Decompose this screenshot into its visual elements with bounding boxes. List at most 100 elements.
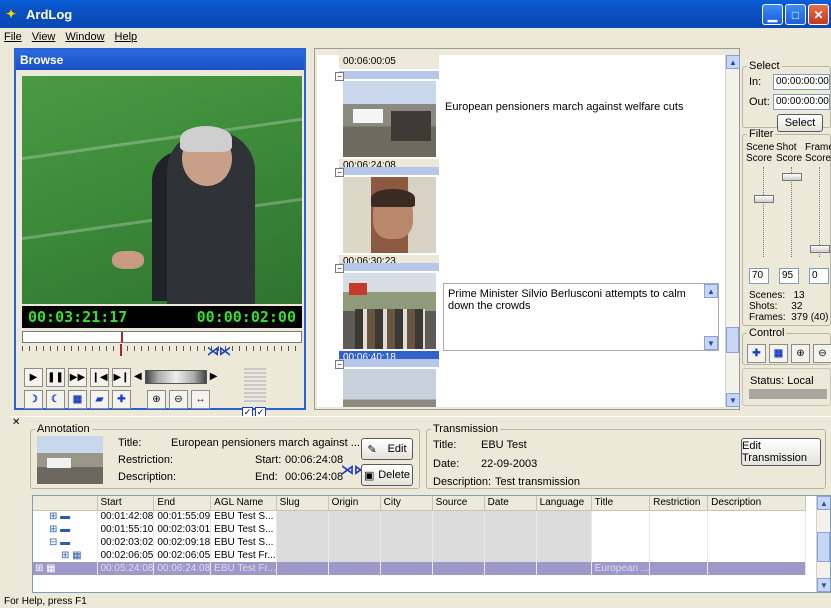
scroll-down-icon[interactable]: ▼: [817, 578, 830, 592]
shot-score-slider[interactable]: [782, 167, 802, 257]
column-header[interactable]: Source: [432, 496, 485, 511]
jog-right-icon[interactable]: ▶: [210, 371, 218, 387]
clip-icon[interactable]: ▦: [68, 390, 87, 409]
add-icon[interactable]: ✚: [747, 344, 766, 363]
transmission-description-value: Test transmission: [495, 476, 580, 488]
scene-score-label: Scene Score: [746, 142, 775, 164]
collapse-icon[interactable]: −: [335, 360, 344, 369]
column-header[interactable]: City: [380, 496, 433, 511]
scroll-down-icon[interactable]: ▼: [704, 336, 718, 350]
menu-window[interactable]: Window: [65, 31, 104, 43]
collapse-icon[interactable]: −: [335, 168, 344, 177]
select-button[interactable]: Select: [777, 114, 823, 132]
close-pane-icon[interactable]: ✕: [12, 417, 20, 428]
timeline-ruler[interactable]: ⋊⋉: [22, 344, 302, 358]
scroll-thumb[interactable]: [817, 532, 830, 562]
filter-stats: Scenes: 13 Shots: 32 Frames: 379 (40): [749, 290, 829, 323]
out-field[interactable]: 00:00:00:00: [773, 94, 830, 110]
column-header[interactable]: Restriction: [649, 496, 709, 511]
fit-icon[interactable]: ↔: [191, 390, 210, 409]
tree-node-icon[interactable]: ⊞ ▬: [33, 523, 98, 536]
window-controls: ▁ □ ✕: [762, 4, 829, 25]
tree-node-icon[interactable]: ⊞ ▬: [33, 510, 98, 523]
close-icon[interactable]: ✕: [808, 4, 829, 25]
transmission-date-value: 22-09-2003: [481, 458, 538, 470]
fast-forward-icon[interactable]: ▶▶: [68, 368, 87, 387]
mark-in-icon[interactable]: ☽: [24, 390, 43, 409]
maximize-icon[interactable]: □: [785, 4, 806, 25]
annotation-group: Annotation Title: European pensioners ma…: [30, 423, 420, 489]
storyboard-scrollbar[interactable]: ▲ ▼: [725, 55, 740, 407]
edit-transmission-button[interactable]: Edit Transmission: [741, 438, 821, 466]
minimize-icon[interactable]: ▁: [762, 4, 783, 25]
out-label: Out:: [749, 96, 770, 108]
column-header[interactable]: Slug: [276, 496, 329, 511]
position-slider[interactable]: [22, 331, 302, 343]
scene-score-field[interactable]: 70: [749, 268, 769, 284]
table-row[interactable]: ⊞ ▦ 00:05:24:08 00:06:24:08 EBU Test Fr...…: [33, 562, 807, 575]
edit-icon: ✎: [367, 443, 377, 456]
folder-icon[interactable]: ▰: [90, 390, 109, 409]
duration-timecode: 00:00:02:00: [196, 308, 296, 326]
column-header[interactable]: Description: [707, 496, 807, 511]
zoom-out-icon[interactable]: ⊖: [169, 390, 188, 409]
delete-button[interactable]: ▣ Delete: [361, 464, 413, 486]
table-row[interactable]: ⊞ ▬ 00:01:55:10 00:02:03:01 EBU Test S...: [33, 523, 807, 536]
column-header[interactable]: [33, 496, 98, 511]
frame-score-field[interactable]: 0: [809, 268, 829, 284]
zoom-in-icon[interactable]: ⊕: [791, 344, 810, 363]
column-header[interactable]: AGL Name: [210, 496, 277, 511]
scene-score-slider[interactable]: [754, 167, 774, 257]
menu-help[interactable]: Help: [115, 31, 138, 43]
table-scrollbar[interactable]: ▲ ▼: [816, 496, 830, 592]
column-header[interactable]: Title: [591, 496, 651, 511]
annotation-table[interactable]: Start End AGL Name Slug Origin City Sour…: [32, 495, 831, 593]
next-icon[interactable]: ▶❙: [112, 368, 131, 387]
collapse-icon[interactable]: −: [335, 72, 344, 81]
pause-icon[interactable]: ❚❚: [46, 368, 65, 387]
transport-controls: ▶ ❚❚ ▶▶ ❙◀ ▶❙ ◀ ▶: [24, 368, 217, 387]
scroll-up-icon[interactable]: ▲: [726, 55, 740, 69]
jog-left-icon[interactable]: ◀: [134, 371, 142, 387]
table-row[interactable]: ⊟ ▬ 00:02:03:02 00:02:09:18 EBU Test S...: [33, 536, 807, 549]
column-header[interactable]: End: [153, 496, 212, 511]
menu-file[interactable]: File: [4, 31, 22, 43]
zoom-in-icon[interactable]: ⊕: [147, 390, 166, 409]
frame-score-slider[interactable]: [810, 167, 830, 257]
scroll-up-icon[interactable]: ▲: [704, 284, 718, 298]
add-icon[interactable]: ✚: [112, 390, 131, 409]
scroll-thumb[interactable]: [726, 327, 739, 353]
tree-node-icon[interactable]: ⊞ ▦: [33, 562, 98, 575]
storyboard-list[interactable]: 00:06:00:05 − 00:06:24:08 European pensi…: [317, 55, 725, 407]
previous-icon[interactable]: ❙◀: [90, 368, 109, 387]
column-header[interactable]: Date: [484, 496, 537, 511]
tree-node-icon[interactable]: ⊟ ▬: [33, 536, 98, 549]
filter-group: Filter SceneScore ShotScore FrameScore 7…: [742, 128, 831, 326]
table-row[interactable]: ⊞ ▬ 00:01:42:08 00:01:55:09 EBU Test S...: [33, 510, 807, 523]
collapse-icon[interactable]: −: [335, 264, 344, 273]
annotation-title-label: Title:: [118, 437, 142, 449]
tree-node-icon[interactable]: ⊞ ▦: [33, 549, 98, 562]
table-row[interactable]: ⊞ ▦ 00:02:06:05 00:02:06:05 EBU Test Fr...: [33, 549, 807, 562]
jog-wheel[interactable]: [144, 370, 207, 384]
play-icon[interactable]: ▶: [24, 368, 43, 387]
table-header: Start End AGL Name Slug Origin City Sour…: [33, 496, 807, 511]
column-header[interactable]: Origin: [328, 496, 381, 511]
scroll-up-icon[interactable]: ▲: [817, 496, 830, 510]
timecode-display: 00:03:21:17 00:00:02:00: [22, 306, 302, 328]
transmission-description-label: Description:: [433, 476, 492, 488]
scroll-down-icon[interactable]: ▼: [726, 393, 740, 407]
edit-button[interactable]: ✎ Edit: [361, 438, 413, 460]
annotation-end-label: End:: [255, 471, 278, 483]
status-bar: For Help, press F1: [4, 596, 87, 607]
video-preview[interactable]: [22, 76, 302, 304]
column-header[interactable]: Language: [536, 496, 592, 511]
zoom-out-icon[interactable]: ⊖: [813, 344, 831, 363]
mark-out-icon[interactable]: ☾: [46, 390, 65, 409]
menu-view[interactable]: View: [32, 31, 56, 43]
clip-icon[interactable]: ▦: [769, 344, 788, 363]
in-field[interactable]: 00:00:00:00: [773, 74, 830, 90]
shot-score-field[interactable]: 95: [779, 268, 799, 284]
column-header[interactable]: Start: [97, 496, 155, 511]
shot-description-editor[interactable]: Prime Minister Silvio Berlusconi attempt…: [443, 283, 719, 351]
